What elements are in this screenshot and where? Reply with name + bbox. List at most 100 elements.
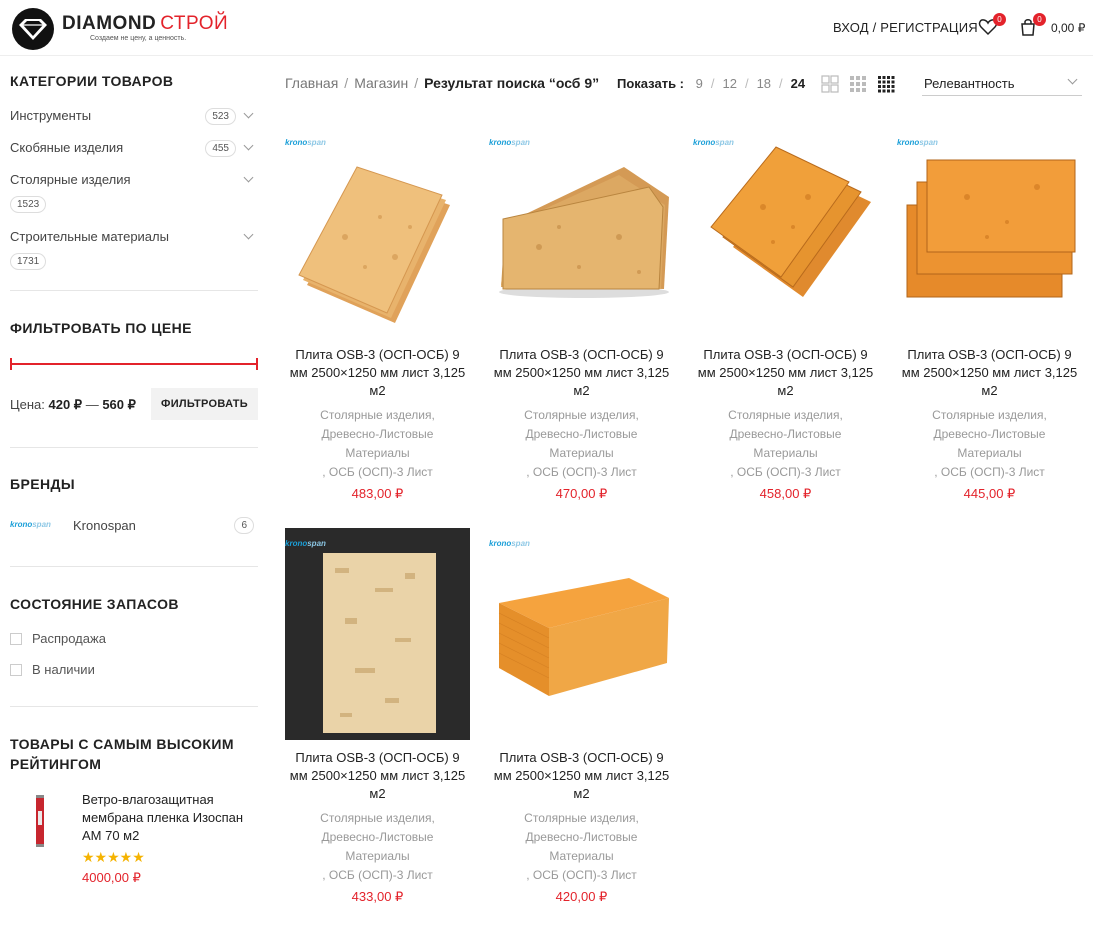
stock-option-sale[interactable]: Распродажа bbox=[10, 624, 258, 655]
category-item[interactable]: Столярные изделия bbox=[10, 164, 258, 196]
category-link[interactable]: Столярные изделия, bbox=[285, 809, 470, 828]
login-register-link[interactable]: ВХОД / РЕГИСТРАЦИЯ bbox=[833, 20, 978, 35]
top-rated-product-title[interactable]: Ветро-влагозащитная мембрана пленка Изос… bbox=[82, 791, 258, 845]
cart-button[interactable]: 0 bbox=[1018, 13, 1046, 39]
price-max-handle[interactable] bbox=[256, 358, 258, 370]
grid-2-view-icon[interactable] bbox=[821, 75, 839, 93]
grid-3-view-icon[interactable] bbox=[849, 75, 867, 93]
price-filter-title: ФИЛЬТРОВАТЬ ПО ЦЕНЕ bbox=[10, 320, 192, 336]
per-page-24[interactable]: 24 bbox=[791, 76, 805, 91]
per-page-9[interactable]: 9 bbox=[696, 76, 703, 91]
product-image[interactable]: kronospan bbox=[285, 127, 470, 332]
category-link[interactable]: Древесно-Листовые bbox=[693, 425, 878, 444]
category-link[interactable]: Материалы bbox=[489, 444, 674, 463]
category-link[interactable]: Древесно-Листовые bbox=[897, 425, 1082, 444]
product-card[interactable]: kronospan Плита OSB-3 (ОСП-ОСБ) 9 мм 250… bbox=[285, 528, 470, 905]
filter-button[interactable]: ФИЛЬТРОВАТЬ bbox=[151, 388, 258, 420]
sort-select[interactable]: Релевантность bbox=[922, 70, 1082, 96]
category-link[interactable]: Материалы bbox=[693, 444, 878, 463]
product-categories: Столярные изделия, Древесно-Листовые Мат… bbox=[285, 809, 470, 885]
product-image[interactable]: kronospan bbox=[897, 127, 1082, 332]
product-categories: Столярные изделия, Древесно-Листовые Мат… bbox=[489, 406, 674, 482]
product-thumbnail[interactable] bbox=[30, 791, 50, 851]
category-link[interactable]: Древесно-Листовые bbox=[489, 828, 674, 847]
sidebar: КАТЕГОРИИ ТОВАРОВ Инструменты 523 Скобян… bbox=[10, 56, 258, 891]
category-link[interactable]: Материалы bbox=[285, 847, 470, 866]
breadcrumb-home[interactable]: Главная bbox=[285, 75, 338, 91]
product-title[interactable]: Плита OSB-3 (ОСП-ОСБ) 9 мм 2500×1250 мм … bbox=[489, 749, 674, 803]
logo-wordmark: DIAMOND СТРОЙ bbox=[62, 13, 229, 34]
product-title[interactable]: Плита OSB-3 (ОСП-ОСБ) 9 мм 2500×1250 мм … bbox=[489, 346, 674, 400]
product-card[interactable]: kronospan Плита OSB-3 (ОСП-ОСБ) 9 мм 250… bbox=[489, 528, 674, 905]
category-link[interactable]: , ОСБ (ОСП)-3 Лист bbox=[285, 463, 470, 482]
category-link[interactable]: Столярные изделия, bbox=[285, 406, 470, 425]
price-range-slider[interactable] bbox=[10, 358, 258, 370]
diamond-icon bbox=[12, 8, 54, 50]
brand-logo: kronospan bbox=[285, 539, 326, 548]
category-link[interactable]: Материалы bbox=[285, 444, 470, 463]
top-rated-product-price: 4000,00 ₽ bbox=[82, 870, 141, 885]
cart-total[interactable]: 0,00 ₽ bbox=[1051, 21, 1085, 35]
category-link[interactable]: Материалы bbox=[489, 847, 674, 866]
product-image[interactable]: kronospan bbox=[489, 528, 674, 740]
category-link[interactable]: Древесно-Листовые bbox=[285, 828, 470, 847]
stock-status-title: СОСТОЯНИЕ ЗАПАСОВ bbox=[10, 596, 179, 612]
category-link[interactable]: Столярные изделия, bbox=[489, 406, 674, 425]
chevron-down-icon[interactable] bbox=[243, 172, 254, 183]
category-link[interactable]: , ОСБ (ОСП)-3 Лист bbox=[285, 866, 470, 885]
category-link[interactable]: Столярные изделия, bbox=[489, 809, 674, 828]
product-card[interactable]: kronospan Плита OSB-3 (ОСП-ОСБ) 9 мм 250… bbox=[693, 127, 878, 502]
category-link[interactable]: , ОСБ (ОСП)-3 Лист bbox=[489, 463, 674, 482]
category-count: 523 bbox=[205, 108, 236, 125]
brand-logo: kronospan bbox=[489, 138, 530, 147]
category-link[interactable]: Столярные изделия, bbox=[693, 406, 878, 425]
category-link[interactable]: Древесно-Листовые bbox=[285, 425, 470, 444]
product-image[interactable]: kronospan bbox=[693, 127, 878, 332]
product-price: 458,00 ₽ bbox=[759, 486, 812, 501]
brand-logo: kronospan bbox=[897, 138, 938, 147]
chevron-down-icon[interactable] bbox=[243, 229, 254, 240]
category-link[interactable]: Материалы bbox=[897, 444, 1082, 463]
top-rated-product[interactable]: Ветро-влагозащитная мембрана пленка Изос… bbox=[10, 791, 258, 891]
product-price: 470,00 ₽ bbox=[555, 486, 608, 501]
category-link[interactable]: Столярные изделия, bbox=[897, 406, 1082, 425]
brand-item[interactable]: kronospan Kronospan 6 bbox=[10, 516, 258, 536]
category-item[interactable]: Инструменты 523 bbox=[10, 100, 258, 132]
product-categories: Столярные изделия, Древесно-Листовые Мат… bbox=[897, 406, 1082, 482]
product-card[interactable]: kronospan Плита OSB-3 (ОСП-ОСБ) 9 мм 250… bbox=[897, 127, 1082, 502]
product-card[interactable]: kronospan Плита OSB-3 (ОСП-ОСБ) 9 мм 250… bbox=[489, 127, 674, 502]
category-item[interactable]: Строительные материалы bbox=[10, 221, 258, 253]
category-item[interactable]: Скобяные изделия 455 bbox=[10, 132, 258, 164]
product-title[interactable]: Плита OSB-3 (ОСП-ОСБ) 9 мм 2500×1250 мм … bbox=[693, 346, 878, 400]
product-card[interactable]: kronospan Плита OSB-3 (ОСП-ОСБ) 9 мм 250… bbox=[285, 127, 470, 502]
price-min-handle[interactable] bbox=[10, 358, 12, 370]
wishlist-button[interactable]: 0 bbox=[978, 13, 1006, 39]
category-count: 1731 bbox=[10, 253, 47, 270]
product-image[interactable]: kronospan bbox=[489, 127, 674, 332]
site-logo[interactable]: DIAMOND СТРОЙ Создаем не цену, а ценность… bbox=[12, 8, 242, 50]
per-page-18[interactable]: 18 bbox=[757, 76, 771, 91]
category-link[interactable]: , ОСБ (ОСП)-3 Лист bbox=[693, 463, 878, 482]
chevron-down-icon[interactable] bbox=[243, 140, 254, 151]
chevron-down-icon[interactable] bbox=[243, 108, 254, 119]
breadcrumb-shop[interactable]: Магазин bbox=[354, 75, 408, 91]
category-link[interactable]: Древесно-Листовые bbox=[489, 425, 674, 444]
cart-count-badge: 0 bbox=[1033, 13, 1046, 26]
category-link[interactable]: , ОСБ (ОСП)-3 Лист bbox=[897, 463, 1082, 482]
logo-tagline: Создаем не цену, а ценность. bbox=[90, 35, 187, 42]
product-price: 483,00 ₽ bbox=[351, 486, 404, 501]
site-header: DIAMOND СТРОЙ Создаем не цену, а ценность… bbox=[0, 0, 1093, 56]
category-count: 1523 bbox=[10, 196, 47, 213]
per-page-12[interactable]: 12 bbox=[722, 76, 736, 91]
product-title[interactable]: Плита OSB-3 (ОСП-ОСБ) 9 мм 2500×1250 мм … bbox=[285, 346, 470, 400]
stock-option-in-stock[interactable]: В наличии bbox=[10, 655, 258, 686]
brand-name[interactable]: Kronospan bbox=[73, 518, 136, 533]
category-link[interactable]: , ОСБ (ОСП)-3 Лист bbox=[489, 866, 674, 885]
checkbox[interactable] bbox=[10, 664, 22, 676]
product-title[interactable]: Плита OSB-3 (ОСП-ОСБ) 9 мм 2500×1250 мм … bbox=[285, 749, 470, 803]
product-title[interactable]: Плита OSB-3 (ОСП-ОСБ) 9 мм 2500×1250 мм … bbox=[897, 346, 1082, 400]
checkbox[interactable] bbox=[10, 633, 22, 645]
grid-4-view-icon[interactable] bbox=[877, 75, 895, 93]
product-categories: Столярные изделия, Древесно-Листовые Мат… bbox=[285, 406, 470, 482]
product-image[interactable]: kronospan bbox=[285, 528, 470, 740]
